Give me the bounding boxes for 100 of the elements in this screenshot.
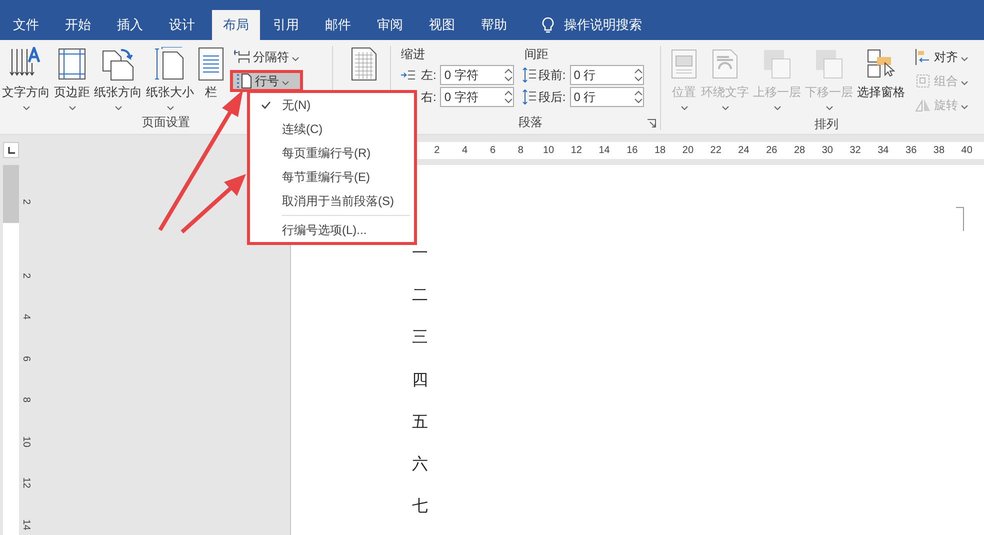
ruler-number: 30 (820, 144, 834, 156)
ribbon-tab[interactable]: 插入 (104, 10, 156, 40)
ribbon-button[interactable]: 选择窗格 (855, 46, 907, 116)
document-line: 七 (412, 496, 428, 518)
ruler-number: 4 (461, 144, 469, 156)
bring-forward-icon (763, 49, 791, 79)
position-icon (671, 49, 697, 79)
ruler-number: 40 (960, 144, 974, 156)
spinner-icon (634, 68, 643, 82)
group-label: 段落 (518, 115, 542, 129)
spin-field[interactable]: 0 行 (570, 87, 644, 107)
spinner-icon (504, 90, 514, 104)
field-label: 段后: (538, 88, 566, 106)
ribbon-tab[interactable]: 视图 (416, 10, 468, 40)
tab-selector[interactable] (3, 142, 19, 158)
ruler-number: 16 (626, 144, 639, 156)
rotate-icon (915, 97, 931, 113)
ruler-number: 12 (20, 477, 32, 488)
group-label: 页面设置 (142, 115, 190, 129)
spin-field[interactable]: 0 行 (570, 65, 644, 85)
ribbon-button[interactable]: 文字方向 (0, 46, 52, 114)
ribbon-button[interactable]: 纸张方向 (92, 46, 144, 114)
ruler-number: 18 (654, 144, 667, 156)
ribbon-small-button[interactable]: 分隔符 (230, 46, 303, 68)
send-backward-icon (815, 49, 843, 79)
ruler-number: 8 (516, 144, 524, 156)
spinner-icon (504, 68, 514, 82)
caret-icon (961, 80, 968, 84)
caret-icon (22, 106, 30, 110)
menu-item[interactable]: 每页重编行号(R) (250, 141, 414, 165)
caret-icon (826, 106, 832, 110)
menu-item[interactable]: 行编号选项(L)... (250, 218, 414, 242)
ribbon-tab[interactable]: 帮助 (468, 10, 520, 40)
ruler-number: 6 (20, 355, 32, 362)
ribbon-small-button[interactable]: 对齐 (911, 46, 972, 68)
field-label: 段前: (538, 66, 566, 84)
ribbon-button[interactable]: 栏 (196, 46, 226, 114)
ruler-number: 14 (598, 144, 611, 156)
caret-icon (680, 106, 688, 110)
document-line: 四 (412, 370, 428, 391)
left-indent-icon (401, 69, 415, 81)
ruler-number: 6 (488, 144, 496, 156)
ruler-number: 10 (542, 144, 556, 156)
caret-icon (722, 106, 728, 110)
menu-item[interactable]: 取消用于当前段落(S) (250, 189, 414, 213)
lightbulb-icon (542, 16, 554, 34)
menu-item[interactable]: 无(N) (250, 93, 414, 117)
caret-icon (292, 56, 299, 60)
document-line: 二 (412, 286, 428, 306)
document-line: 五 (412, 412, 428, 433)
document-line: 一 (412, 244, 428, 264)
page-size-icon (155, 47, 185, 81)
ruler-number: 10 (20, 436, 32, 447)
ribbon-tab[interactable]: 邮件 (312, 10, 364, 40)
menu-item[interactable]: 每节重编行号(E) (250, 165, 414, 189)
caret-icon (166, 106, 174, 110)
align-icon (915, 49, 931, 65)
spin-field[interactable]: 0 字符 (440, 87, 514, 107)
ruler-number: 2 (20, 198, 32, 205)
ribbon-tab[interactable]: 文件 (0, 10, 52, 40)
caret-icon (114, 106, 122, 110)
ruler-number: 28 (792, 144, 806, 156)
ruler-number: 34 (876, 144, 890, 156)
wrap-text-icon (712, 49, 738, 79)
spinner-icon (634, 90, 643, 104)
ruler-number: 38 (932, 144, 946, 156)
grid-paper-icon (351, 47, 377, 81)
ruler-number: 24 (737, 144, 750, 156)
ribbon-tab[interactable]: 布局 (212, 10, 260, 40)
ruler-number: 26 (765, 144, 778, 156)
ruler-number: 4 (20, 314, 32, 320)
ruler-number: 2 (20, 272, 32, 278)
section-title: 缩进 (401, 46, 426, 63)
spacing-before-icon (522, 67, 536, 83)
caret-icon (961, 104, 968, 108)
ribbon-tab[interactable]: 设计 (156, 10, 208, 40)
ruler-number: 36 (904, 144, 918, 156)
ribbon-button[interactable]: 纸张大小 (144, 46, 196, 114)
ruler-number: 14 (20, 518, 32, 530)
dialog-launcher-icon[interactable] (647, 119, 656, 128)
document-line: 三 (412, 328, 428, 348)
field-label: 右: (421, 88, 436, 106)
ribbon-tab[interactable]: 开始 (52, 10, 104, 40)
orientation-icon (101, 47, 135, 81)
spin-field[interactable]: 0 字符 (440, 65, 514, 85)
selection-pane-icon (867, 49, 895, 79)
section-title: 间距 (523, 46, 550, 63)
tell-me-search[interactable]: 操作说明搜索 (564, 16, 642, 34)
spacing-after-icon (522, 89, 536, 105)
document-line: 六 (412, 454, 428, 475)
ribbon-button[interactable]: 页边距 (52, 46, 92, 114)
ruler-number: 2 (433, 144, 441, 156)
caret-icon (961, 56, 968, 60)
group-label: 排列 (814, 117, 838, 131)
margins-icon (58, 48, 86, 80)
ribbon-tab[interactable]: 引用 (260, 10, 312, 40)
ribbon-small-button[interactable]: 行号 (230, 70, 303, 92)
ribbon-tab[interactable]: 审阅 (364, 10, 416, 40)
menu-item[interactable]: 连续(C) (250, 117, 414, 141)
left-tab-icon (8, 146, 14, 154)
